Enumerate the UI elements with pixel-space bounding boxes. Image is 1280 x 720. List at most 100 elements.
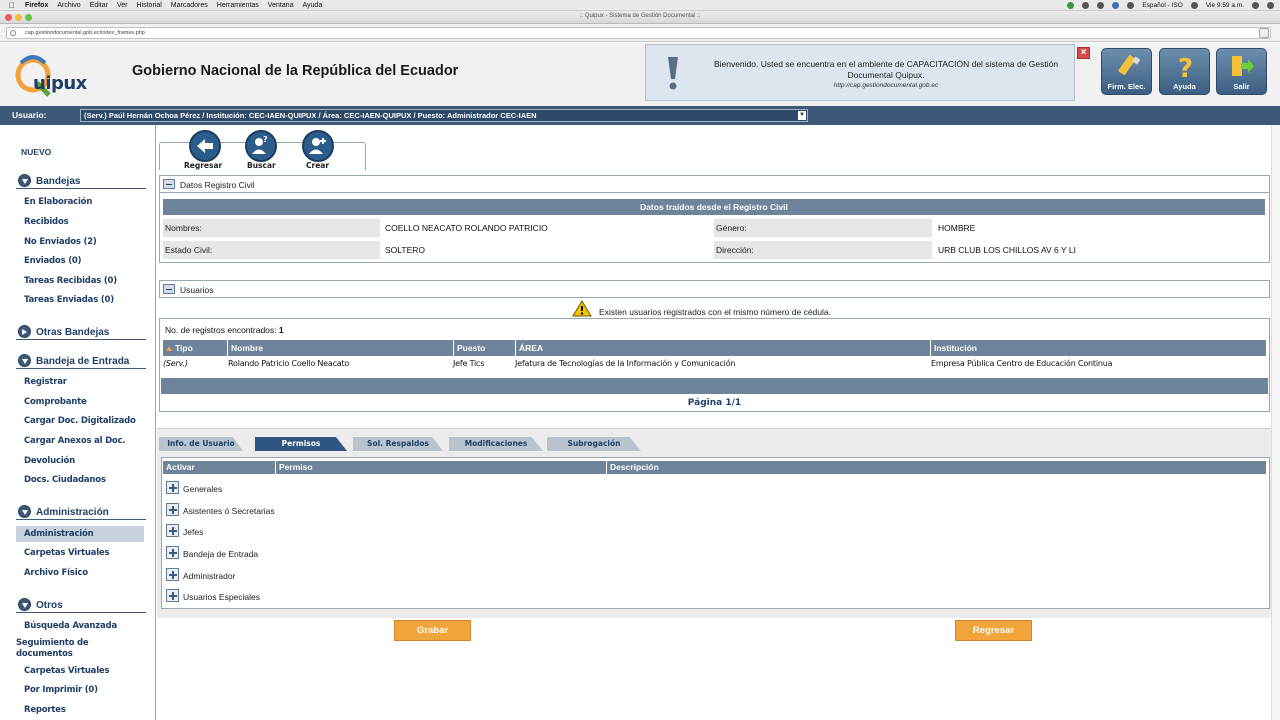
sidebar-item-en-elaboracion[interactable]: En Elaboración [24,197,92,207]
sidebar-item-tareas-enviadas[interactable]: Tareas Enviadas (0) [24,295,114,305]
battery-icon[interactable] [1127,2,1135,9]
regresar-toolbar-button[interactable] [189,130,221,162]
genero-label: Género: [714,219,932,237]
sidebar-item-cargar-doc[interactable]: Cargar Doc. Digitalizado [24,416,136,426]
browser-menu-icon[interactable] [1259,28,1269,38]
expand-plus-icon[interactable] [166,481,179,494]
nuevo-link[interactable]: NUEVO [21,147,51,157]
menu-editar[interactable]: Editar [90,2,108,9]
estado-civil-value: SOLTERO [385,245,425,255]
expand-icon[interactable] [18,505,31,518]
expand-icon[interactable] [18,354,31,367]
menu-app[interactable]: Firefox [25,2,48,9]
apple-icon[interactable]:  [9,1,17,10]
buscar-label[interactable]: Buscar [247,161,276,170]
direccion-value: URB CLUB LOS CHILLOS AV 6 Y LI [938,245,1076,255]
salir-button[interactable]: Salir [1216,48,1267,95]
sidebar-item-seguimiento[interactable]: Seguimiento de documentos [16,638,116,660]
status-icon[interactable] [1082,2,1090,9]
ayuda-button[interactable]: ? Ayuda [1159,48,1210,95]
site-info-icon[interactable] [10,30,16,36]
expand-icon[interactable] [18,598,31,611]
crear-toolbar-button[interactable] [302,130,334,162]
expand-plus-icon[interactable] [166,568,179,581]
expand-plus-icon[interactable] [166,589,179,602]
firma-electronica-button[interactable]: Firm. Elec. [1101,48,1152,95]
tab-modificaciones[interactable]: Modificaciones [449,437,543,451]
expand-icon[interactable] [18,325,31,338]
column-puesto[interactable]: Puesto [453,340,515,356]
menu-archivo[interactable]: Archivo [57,2,80,9]
sidebar-item-no-enviados[interactable]: No Enviados (2) [24,237,97,247]
list-icon[interactable] [1267,2,1274,9]
column-tipo[interactable]: Tipo [163,340,227,356]
tab-permisos[interactable]: Permisos [255,437,347,451]
tab-info-usuario[interactable]: Info. de Usuario [159,437,243,451]
volume-icon[interactable] [1097,2,1105,9]
sidebar-item-comprobante[interactable]: Comprobante [24,397,87,407]
row-tipo: (Serv.) [163,359,188,368]
menu-ver[interactable]: Ver [117,2,128,9]
menu-marcadores[interactable]: Marcadores [171,2,208,9]
buscar-toolbar-button[interactable]: ? [245,130,277,162]
tab-sol-respaldos[interactable]: Sol. Respaldos [353,437,443,451]
sidebar-item-devolucion[interactable]: Devolución [24,456,75,466]
sidebar-item-carpetas-virtuales[interactable]: Carpetas Virtuales [24,548,110,558]
menu-herramientas[interactable]: Herramientas [217,2,259,9]
section-bandeja-entrada[interactable]: Bandeja de Entrada [16,353,146,369]
page-scrollbar[interactable] [1271,125,1280,720]
sidebar-item-enviados[interactable]: Enviados (0) [24,256,81,266]
crear-label[interactable]: Crear [306,161,329,170]
expand-icon[interactable] [18,174,31,187]
url-field[interactable]: cap.gestiondocumental.gob.ec/index_frame… [6,27,1271,39]
sidebar-item-docs-ciudadanos[interactable]: Docs. Ciudadanos [24,475,106,485]
regresar-label[interactable]: Regresar [184,161,222,170]
section-administracion[interactable]: Administración [16,504,146,520]
sidebar-item-archivo-fisico[interactable]: Archivo Físico [24,568,88,578]
collapse-icon[interactable] [163,284,175,294]
column-institucion[interactable]: Institución [930,340,1266,356]
menu-historial[interactable]: Historial [137,2,162,9]
close-notice-icon[interactable]: × [1077,47,1090,59]
expand-plus-icon[interactable] [166,524,179,537]
clock[interactable]: Vie 9:59 a.m. [1206,2,1244,9]
usuarios-panel-header[interactable]: Usuarios [159,280,1270,298]
registro-civil-panel-header[interactable]: Datos Registro Civil [159,175,1270,193]
chevron-down-icon[interactable]: ▼ [798,111,806,120]
input-source[interactable]: Español - ISO [1142,2,1182,9]
grabar-button[interactable]: Grabar [394,620,471,641]
column-nombre[interactable]: Nombre [227,340,453,356]
regresar-button[interactable]: Regresar [955,620,1032,641]
column-permiso[interactable]: Permiso [275,461,606,474]
column-area[interactable]: ÁREA [515,340,930,356]
menu-ventana[interactable]: Ventana [268,2,294,9]
tab-subrogacion[interactable]: Subrogación [547,437,641,451]
sidebar-item-carpetas-virtuales-2[interactable]: Carpetas Virtuales [24,666,110,676]
search-icon[interactable] [1252,2,1259,9]
expand-plus-icon[interactable] [166,546,179,559]
wifi-icon[interactable] [1190,2,1198,9]
menu-ayuda[interactable]: Ayuda [302,2,322,9]
status-icon[interactable] [1067,2,1075,9]
section-title: Otras Bandejas [36,327,110,338]
sidebar-item-registrar[interactable]: Registrar [24,377,67,387]
sidebar-item-reportes[interactable]: Reportes [24,705,66,715]
section-otras-bandejas[interactable]: Otras Bandejas [16,324,146,340]
column-descripcion[interactable]: Descripción [606,461,1266,474]
expand-plus-icon[interactable] [166,503,179,516]
user-select[interactable]: (Serv.) Paúl Hernán Ochoa Pérez / Instit… [80,109,808,122]
collapse-icon[interactable] [163,179,175,189]
column-tipo-label: Tipo [175,343,193,353]
section-bandejas[interactable]: Bandejas [16,173,146,189]
sidebar-item-por-imprimir[interactable]: Por Imprimir (0) [24,685,98,695]
row-nombre[interactable]: Rolando Patricio Coello Neacato [228,359,349,368]
quipux-logo[interactable]: uipux [13,49,103,99]
sidebar-item-cargar-anexos[interactable]: Cargar Anexos al Doc. [24,436,126,446]
column-activar[interactable]: Activar [163,461,275,474]
section-otros[interactable]: Otros [16,597,146,613]
sidebar-item-busqueda-avanzada[interactable]: Búsqueda Avanzada [24,621,117,631]
sidebar-item-recibidos[interactable]: Recibidos [24,217,69,227]
bluetooth-icon[interactable] [1112,2,1120,9]
sidebar-item-administracion[interactable]: Administración [16,526,144,542]
sidebar-item-tareas-recibidas[interactable]: Tareas Recibidas (0) [24,276,117,286]
